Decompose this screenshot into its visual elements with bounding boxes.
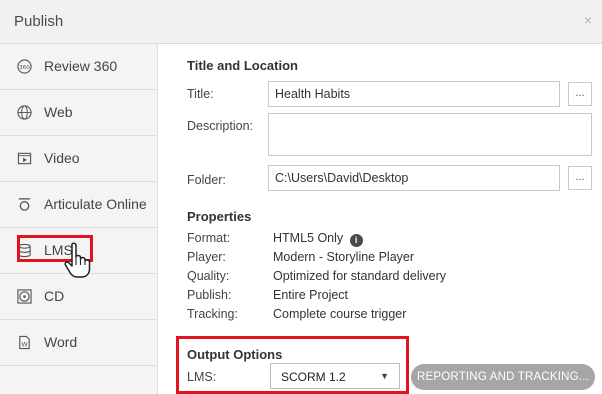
- info-icon[interactable]: i: [349, 234, 363, 247]
- quality-value[interactable]: Optimized for standard delivery: [273, 269, 446, 283]
- reporting-and-tracking-button[interactable]: REPORTING AND TRACKING...: [411, 364, 595, 390]
- format-label: Format:: [187, 231, 231, 245]
- format-value-text: HTML5 Only: [273, 231, 344, 245]
- lms-select-value: SCORM 1.2: [281, 370, 346, 384]
- sidebar-item-web[interactable]: Web: [0, 90, 157, 136]
- lms-select[interactable]: SCORM 1.2 ▼: [270, 363, 400, 389]
- player-value[interactable]: Modern - Storyline Player: [273, 250, 414, 264]
- format-value[interactable]: HTML5 Only i: [273, 231, 363, 247]
- publish-value[interactable]: Entire Project: [273, 288, 348, 302]
- description-label: Description:: [187, 119, 253, 133]
- cd-icon: [17, 289, 32, 304]
- publish-label: Publish:: [187, 288, 232, 302]
- video-icon: [17, 152, 32, 165]
- chevron-down-icon: ▼: [380, 371, 389, 381]
- title-browse-button[interactable]: ...: [568, 82, 592, 106]
- folder-label: Folder:: [187, 173, 226, 187]
- title-label: Title:: [187, 87, 214, 101]
- output-options-heading: Output Options: [187, 347, 283, 362]
- dialog-titlebar: Publish ×: [0, 0, 602, 44]
- sidebar-item-word[interactable]: W Word: [0, 320, 157, 366]
- hand-pointer-icon: [64, 242, 91, 278]
- articulate-online-icon: [18, 198, 31, 211]
- publish-target-sidebar: 360 Review 360 Web Video Articulate Onli…: [0, 44, 158, 394]
- sidebar-item-label: Video: [44, 150, 80, 166]
- word-icon: W: [19, 335, 30, 350]
- dialog-title: Publish: [14, 13, 64, 30]
- sidebar-item-label: Review 360: [44, 58, 118, 74]
- close-icon[interactable]: ×: [584, 12, 592, 28]
- quality-label: Quality:: [187, 269, 230, 283]
- sidebar-item-label: CD: [44, 288, 65, 304]
- review-360-icon: 360: [17, 59, 32, 74]
- svg-text:W: W: [21, 341, 27, 348]
- description-textarea[interactable]: [268, 113, 592, 156]
- folder-browse-button[interactable]: ...: [568, 166, 592, 190]
- lms-label: LMS:: [187, 370, 217, 384]
- sidebar-item-label: Web: [44, 104, 73, 120]
- tracking-value[interactable]: Complete course trigger: [273, 307, 406, 321]
- tracking-label: Tracking:: [187, 307, 238, 321]
- sidebar-item-label: Word: [44, 334, 78, 350]
- folder-input[interactable]: C:\Users\David\Desktop: [268, 165, 560, 191]
- title-location-heading: Title and Location: [187, 58, 298, 73]
- sidebar-item-label: Articulate Online: [44, 196, 147, 212]
- sidebar-item-review-360[interactable]: 360 Review 360: [0, 44, 157, 90]
- sidebar-item-cd[interactable]: CD: [0, 274, 157, 320]
- title-input[interactable]: Health Habits: [268, 81, 560, 107]
- svg-text:360: 360: [19, 65, 30, 71]
- sidebar-item-video[interactable]: Video: [0, 136, 157, 182]
- player-label: Player:: [187, 250, 226, 264]
- globe-icon: [17, 105, 32, 120]
- properties-heading: Properties: [187, 209, 252, 224]
- sidebar-item-articulate-online[interactable]: Articulate Online: [0, 182, 157, 228]
